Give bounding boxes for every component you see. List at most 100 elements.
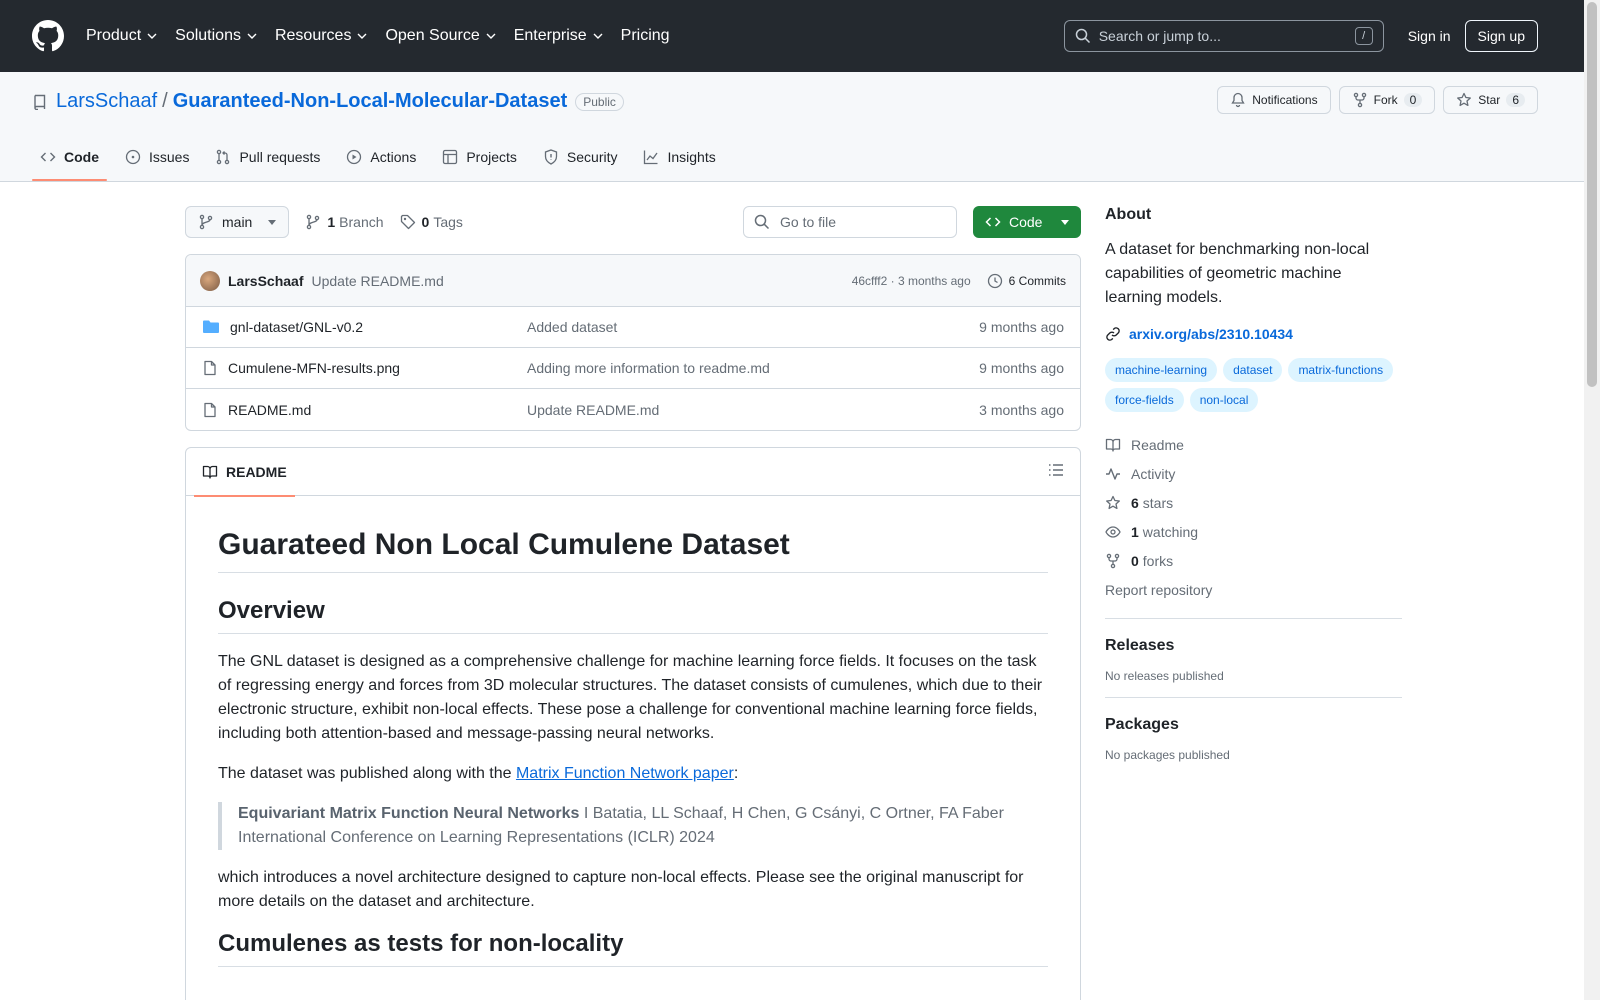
github-logo-icon[interactable] [32, 20, 64, 52]
forks-link[interactable]: 0 forks [1105, 546, 1402, 575]
fork-button[interactable]: Fork 0 [1338, 86, 1436, 114]
releases-title[interactable]: Releases [1105, 637, 1402, 655]
shield-icon [544, 149, 558, 165]
page-scrollbar[interactable] [1584, 0, 1600, 1000]
tags-link[interactable]: 0 Tags [400, 214, 463, 230]
branch-selector[interactable]: main [185, 206, 290, 238]
commit-message-link[interactable]: Update README.md [311, 273, 443, 289]
code-icon [40, 152, 56, 162]
nav-product[interactable]: Product [86, 27, 157, 45]
file-commit-message[interactable]: Adding more information to readme.md [527, 360, 770, 376]
search-icon [1075, 28, 1090, 44]
citation-quote: Equivariant Matrix Function Neural Netwo… [218, 802, 1048, 850]
commit-author-link[interactable]: LarsSchaaf [228, 273, 303, 289]
pull-request-icon [217, 149, 230, 165]
file-link[interactable]: gnl-dataset/GNL-v0.2 [202, 319, 527, 335]
paper-link[interactable]: Matrix Function Network paper [516, 765, 734, 782]
repo-title: LarsSchaaf / Guaranteed-Non-Local-Molecu… [32, 90, 624, 113]
readme-paragraph: The GNL dataset is designed as a compreh… [218, 653, 1043, 742]
star-icon [1457, 92, 1472, 107]
table-row: README.md Update README.md 3 months ago [186, 389, 1080, 430]
history-icon [987, 273, 1002, 288]
sign-up-button[interactable]: Sign up [1464, 20, 1538, 52]
sign-in-link[interactable]: Sign in [1408, 28, 1451, 44]
tab-insights[interactable]: Insights [635, 133, 723, 181]
go-to-file-input[interactable]: Go to file [743, 206, 957, 238]
file-link[interactable]: README.md [202, 402, 527, 418]
file-commit-message[interactable]: Added dataset [527, 319, 617, 335]
tab-security[interactable]: Security [535, 133, 626, 181]
topic-tag[interactable]: force-fields [1105, 388, 1184, 412]
repo-name-link[interactable]: Guaranteed-Non-Local-Molecular-Dataset [173, 90, 568, 113]
nav-enterprise[interactable]: Enterprise [514, 27, 603, 45]
fork-icon [1353, 92, 1366, 108]
global-search-input[interactable]: Search or jump to... / [1063, 20, 1384, 52]
tab-code[interactable]: Code [32, 133, 107, 181]
star-button[interactable]: Star 6 [1443, 86, 1538, 114]
code-dropdown-button[interactable]: Code [973, 206, 1081, 238]
watchers-link[interactable]: 1 watching [1105, 517, 1402, 546]
readme-paragraph: which introduces a novel architecture de… [218, 869, 1024, 910]
link-icon [1106, 327, 1120, 341]
nav-open-source[interactable]: Open Source [385, 27, 496, 45]
scrollbar-thumb[interactable] [1587, 2, 1597, 387]
topics-list: machine-learning dataset matrix-function… [1105, 358, 1402, 418]
topic-tag[interactable]: matrix-functions [1288, 358, 1394, 382]
code-icon [985, 217, 1001, 227]
report-repository-link[interactable]: Report repository [1105, 575, 1402, 604]
chevron-down-icon [147, 33, 157, 39]
file-icon [204, 360, 216, 376]
homepage-link[interactable]: arxiv.org/abs/2310.10434 [1105, 326, 1402, 342]
topic-tag[interactable]: non-local [1189, 388, 1259, 412]
readme-link[interactable]: Readme [1105, 430, 1402, 459]
table-icon [443, 149, 458, 165]
chevron-down-icon [247, 33, 257, 39]
pulse-icon [1106, 467, 1120, 480]
avatar[interactable] [200, 270, 220, 291]
commits-history-link[interactable]: 6 Commits [987, 273, 1066, 289]
book-icon [202, 465, 218, 479]
topic-tag[interactable]: machine-learning [1105, 358, 1218, 382]
graph-icon [644, 150, 659, 165]
outline-list-icon[interactable] [1048, 462, 1064, 481]
bell-icon [1231, 92, 1245, 108]
search-shortcut-key: / [1354, 27, 1373, 45]
chevron-down-icon [593, 33, 603, 39]
file-browser: LarsSchaaf Update README.md 46cfff2 · 3 … [185, 254, 1081, 431]
file-date: 9 months ago [979, 360, 1064, 376]
activity-link[interactable]: Activity [1105, 459, 1402, 488]
file-commit-message[interactable]: Update README.md [527, 402, 659, 418]
table-row: gnl-dataset/GNL-v0.2 Added dataset 9 mon… [186, 307, 1080, 348]
visibility-badge: Public [575, 92, 624, 111]
nav-resources[interactable]: Resources [275, 27, 367, 45]
repo-separator: / [162, 90, 168, 112]
chevron-down-icon [486, 33, 496, 39]
branches-link[interactable]: 1 Branch [305, 214, 384, 230]
file-date: 3 months ago [979, 401, 1064, 418]
nav-solutions[interactable]: Solutions [175, 27, 257, 45]
caret-down-icon [1061, 219, 1069, 225]
tab-projects[interactable]: Projects [434, 133, 525, 181]
divider [1105, 697, 1402, 698]
packages-empty: No packages published [1105, 748, 1230, 762]
repo-toolbar: main 1 Branch 0 Tags Go to file Code [185, 206, 1081, 238]
chevron-down-icon [357, 33, 367, 39]
readme-tab[interactable]: README [194, 448, 295, 497]
repo-owner-link[interactable]: LarsSchaaf [56, 90, 157, 113]
tab-actions[interactable]: Actions [338, 133, 424, 181]
stars-link[interactable]: 6 stars [1105, 488, 1402, 517]
tab-issues[interactable]: Issues [117, 133, 197, 181]
issue-icon [125, 149, 141, 165]
packages-title[interactable]: Packages [1105, 716, 1402, 734]
readme-panel: README Guarateed Non Local Cumulene Data… [185, 447, 1081, 1000]
main-nav: Product Solutions Resources Open Source … [86, 27, 688, 45]
repo-icon [34, 94, 46, 110]
nav-pricing[interactable]: Pricing [621, 27, 670, 45]
caret-down-icon [268, 219, 277, 225]
star-count: 6 [1506, 93, 1525, 107]
file-link[interactable]: Cumulene-MFN-results.png [202, 360, 527, 376]
tab-pull-requests[interactable]: Pull requests [207, 133, 328, 181]
notifications-button[interactable]: Notifications [1217, 86, 1331, 114]
readme-title: Guarateed Non Local Cumulene Dataset [218, 528, 1048, 573]
topic-tag[interactable]: dataset [1223, 358, 1283, 382]
